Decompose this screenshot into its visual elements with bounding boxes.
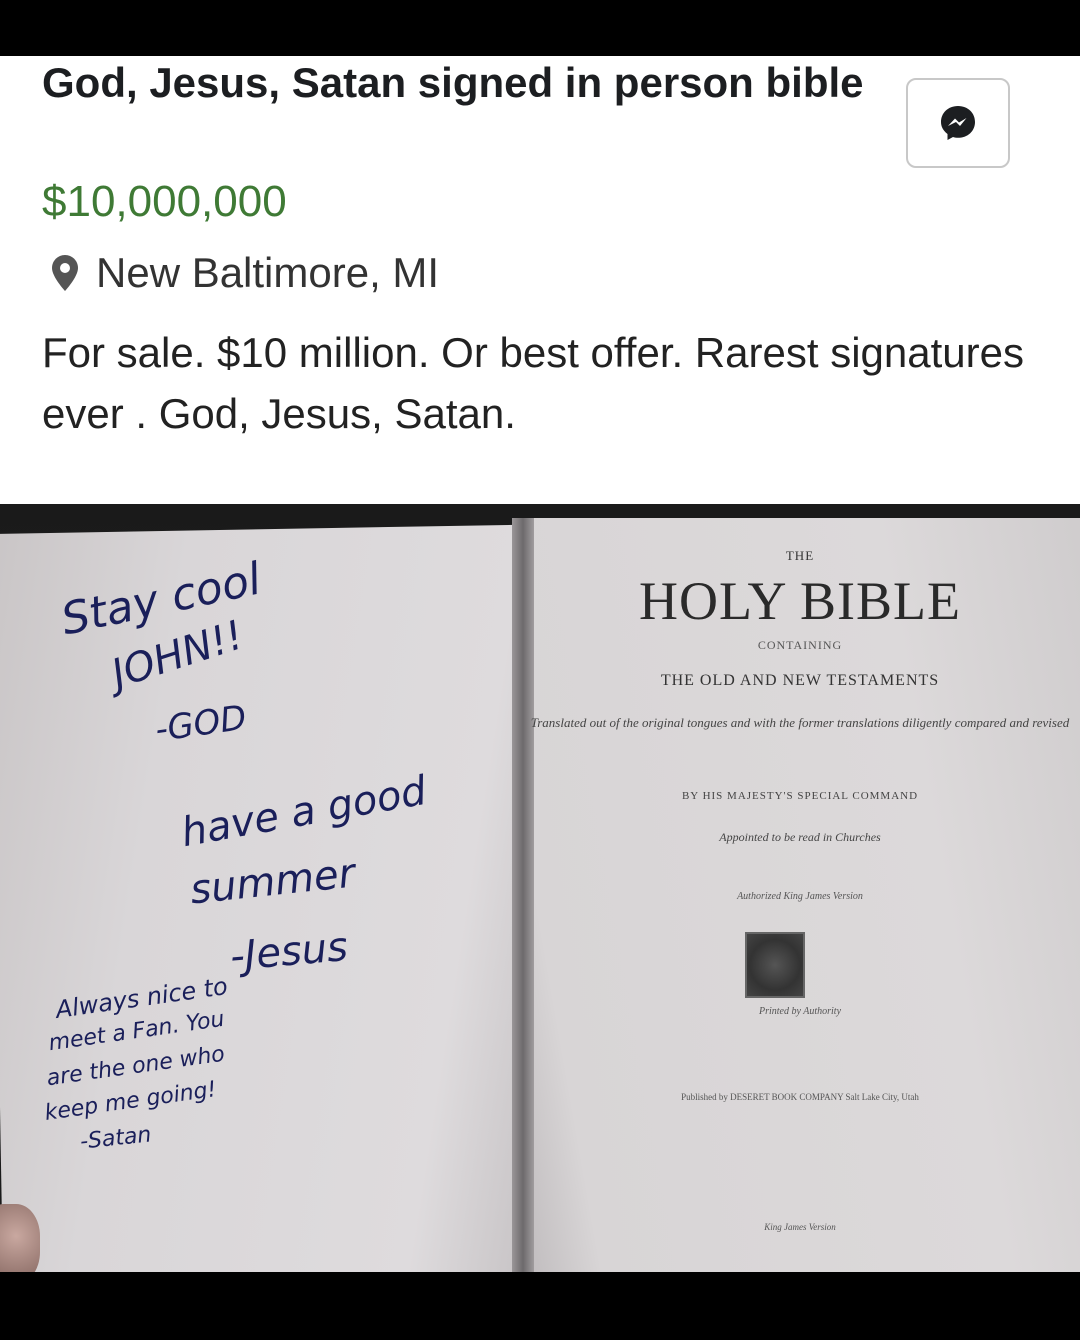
message-seller-button[interactable] [906, 78, 1010, 168]
bible-seal-emblem [745, 932, 805, 998]
map-pin-icon [52, 255, 78, 291]
listing-photo[interactable]: Stay cool JOHN!! -GOD have a good summer… [0, 504, 1080, 1272]
listing-title: God, Jesus, Satan signed in person bible [42, 59, 864, 106]
bible-the: THE [785, 548, 815, 563]
top-black-bar [0, 0, 1080, 56]
bible-printed-by: Printed by Authority [758, 1006, 842, 1017]
marketplace-listing: God, Jesus, Satan signed in person bible… [0, 56, 1080, 504]
bible-authorized: Authorized King James Version [737, 891, 863, 902]
bible-title: HOLY BIBLE [638, 571, 962, 631]
listing-price: $10,000,000 [42, 177, 287, 226]
bible-appointed: Appointed to be read in Churches [719, 830, 881, 844]
location-text: New Baltimore, MI [96, 249, 440, 296]
bible-testaments: THE OLD AND NEW TESTAMENTS [660, 672, 940, 689]
thumb [0, 1204, 40, 1272]
bible-containing: CONTAINING [757, 638, 843, 652]
listing-description: For sale. $10 million. Or best offer. Ra… [42, 329, 1024, 437]
bible-command: BY HIS MAJESTY'S SPECIAL COMMAND [681, 790, 919, 802]
bible-publisher: Published by DESERET BOOK COMPANY Salt L… [681, 1092, 919, 1102]
bible-translated-note: Translated out of the original tongues a… [530, 715, 1070, 730]
bottom-black-bar [0, 1272, 1080, 1340]
messenger-icon [941, 106, 975, 140]
listing-location[interactable]: New Baltimore, MI [50, 248, 439, 298]
bible-bottom-note: King James Version [764, 1222, 836, 1232]
